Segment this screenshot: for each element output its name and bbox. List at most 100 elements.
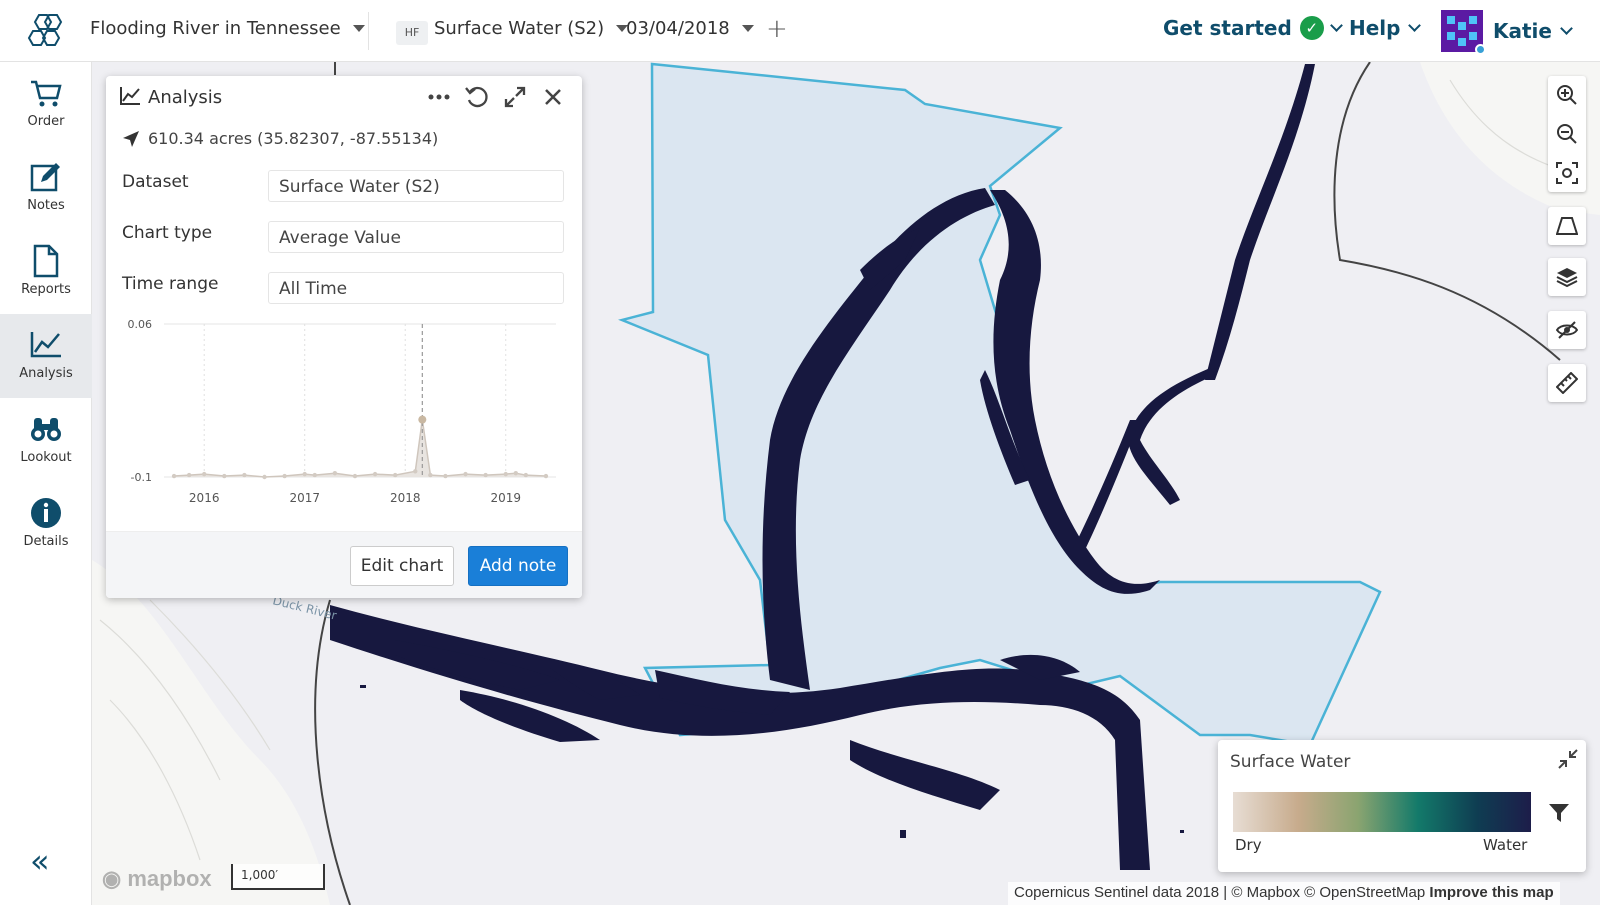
analysis-chart[interactable]: 0.06 -0.1 2016 2017 2018 2019 [114,314,574,514]
sidebar-item-reports[interactable]: Reports [0,230,92,314]
legend-title: Surface Water [1230,752,1351,772]
date-selector[interactable]: 03/04/2018 [626,18,754,39]
data-point [483,472,488,478]
data-point [392,472,398,478]
mapbox-logo-text: mapbox [127,866,212,891]
refresh-icon[interactable] [464,84,490,110]
zoom-in-icon [1557,85,1577,105]
add-layer-button[interactable]: + [766,14,788,44]
analysis-panel-header: Analysis [106,76,582,118]
dataset-field[interactable]: Surface Water (S2) [268,170,564,202]
x-tick-label: 2016 [189,491,220,505]
data-point [171,473,177,479]
report-icon [33,244,59,278]
sidebar-item-analysis[interactable]: Analysis [0,314,92,398]
dataset-selector[interactable]: Surface Water (S2) [434,18,629,39]
zoom-out-icon [1557,124,1577,144]
data-point [242,472,247,478]
time-range-field[interactable]: All Time [268,272,564,304]
analysis-panel: Analysis 610.34 acres (35.82307, -87.551… [106,76,582,598]
y-tick-label: 0.06 [128,318,153,331]
user-name: Katie [1493,19,1552,43]
info-icon [31,498,61,528]
legend-high-label: Water [1483,836,1528,854]
sidebar-item-details[interactable]: Details [0,482,92,566]
improve-map-link[interactable]: Improve this map [1429,884,1553,901]
data-point [413,469,418,474]
data-point [332,470,338,476]
field-label-time-range: Time range [122,274,219,294]
ruler-button[interactable] [1548,364,1586,402]
add-note-button[interactable]: Add note [468,546,568,586]
hide-button[interactable] [1548,311,1586,349]
data-point [186,472,192,478]
project-title: Flooding River in Tennessee [90,18,341,39]
data-point [513,470,518,476]
top-bar: Flooding River in Tennessee HF Surface W… [0,0,1600,62]
sidebar-item-label: Order [27,114,65,129]
caret-down-icon [741,25,754,32]
help-menu[interactable]: Help [1349,16,1422,40]
user-menu[interactable]: Katie [1441,10,1573,55]
expand-icon[interactable] [502,84,528,110]
collapse-legend-icon[interactable] [1557,748,1579,770]
collapse-sidebar-button[interactable]: « [30,842,50,880]
mapbox-logo[interactable]: ◉ mapbox [102,866,212,892]
y-tick-label: -0.1 [131,471,152,484]
layers-button[interactable] [1548,258,1586,296]
ruler-icon [1556,372,1578,394]
more-options-icon[interactable] [426,84,452,110]
chart-type-field[interactable]: Average Value [268,221,564,253]
sidebar-item-order[interactable]: Order [0,62,92,146]
date-value: 03/04/2018 [626,18,730,39]
x-tick-label: 2018 [390,491,421,505]
zoom-controls [1548,76,1586,192]
dataset-tag: HF [396,21,428,45]
data-point [428,472,433,478]
analysis-icon [120,87,140,105]
avatar [1441,10,1486,55]
data-point [352,473,358,479]
perspective-icon [1556,217,1578,235]
cart-icon [31,80,62,107]
data-point [443,473,448,479]
zoom-in-button[interactable] [1548,76,1586,114]
field-label-dataset: Dataset [122,172,189,192]
close-icon[interactable] [540,84,566,110]
legend-color-ramp [1233,792,1531,832]
edit-chart-button[interactable]: Edit chart [350,546,454,586]
check-circle-icon: ✓ [1299,16,1324,40]
get-started-menu[interactable]: Get started ✓ [1163,16,1343,40]
chevron-down-icon [1329,19,1343,32]
layers-icon [1556,268,1578,288]
location-arrow-icon [123,131,139,147]
caret-down-icon [352,25,365,32]
data-point [543,473,549,479]
legend-panel: Surface Water Dry Water [1218,740,1586,872]
app-logo-icon[interactable] [25,13,65,49]
sidebar-item-label: Details [23,534,69,549]
series-line [174,419,546,478]
sidebar-item-notes[interactable]: Notes [0,146,92,230]
area-coordinates: 610.34 acres (35.82307, -87.55134) [148,129,439,148]
sidebar-item-label: Analysis [19,366,73,381]
data-point [503,471,508,477]
sidebar-item-label: Lookout [20,450,72,465]
hide-icon [1556,321,1578,339]
zoom-out-button[interactable] [1548,115,1586,153]
filter-icon[interactable] [1548,802,1570,824]
help-label: Help [1349,16,1401,40]
attribution-text: Copernicus Sentinel data 2018 | © Mapbox… [1014,884,1426,901]
analysis-icon [30,332,61,358]
fit-bounds-icon [1556,162,1578,184]
sidebar-item-lookout[interactable]: Lookout [0,398,92,482]
analysis-panel-footer: Edit chart Add note [106,531,582,598]
perspective-button[interactable] [1548,207,1586,245]
sidebar: Order Notes Reports Analysis Lookout Det… [0,62,92,905]
data-point [523,472,529,478]
panel-title: Analysis [148,87,223,108]
project-selector[interactable]: Flooding River in Tennessee [90,18,365,39]
chevron-down-icon [1560,22,1573,35]
fit-bounds-button[interactable] [1548,154,1586,192]
chevron-down-icon [1408,19,1422,32]
